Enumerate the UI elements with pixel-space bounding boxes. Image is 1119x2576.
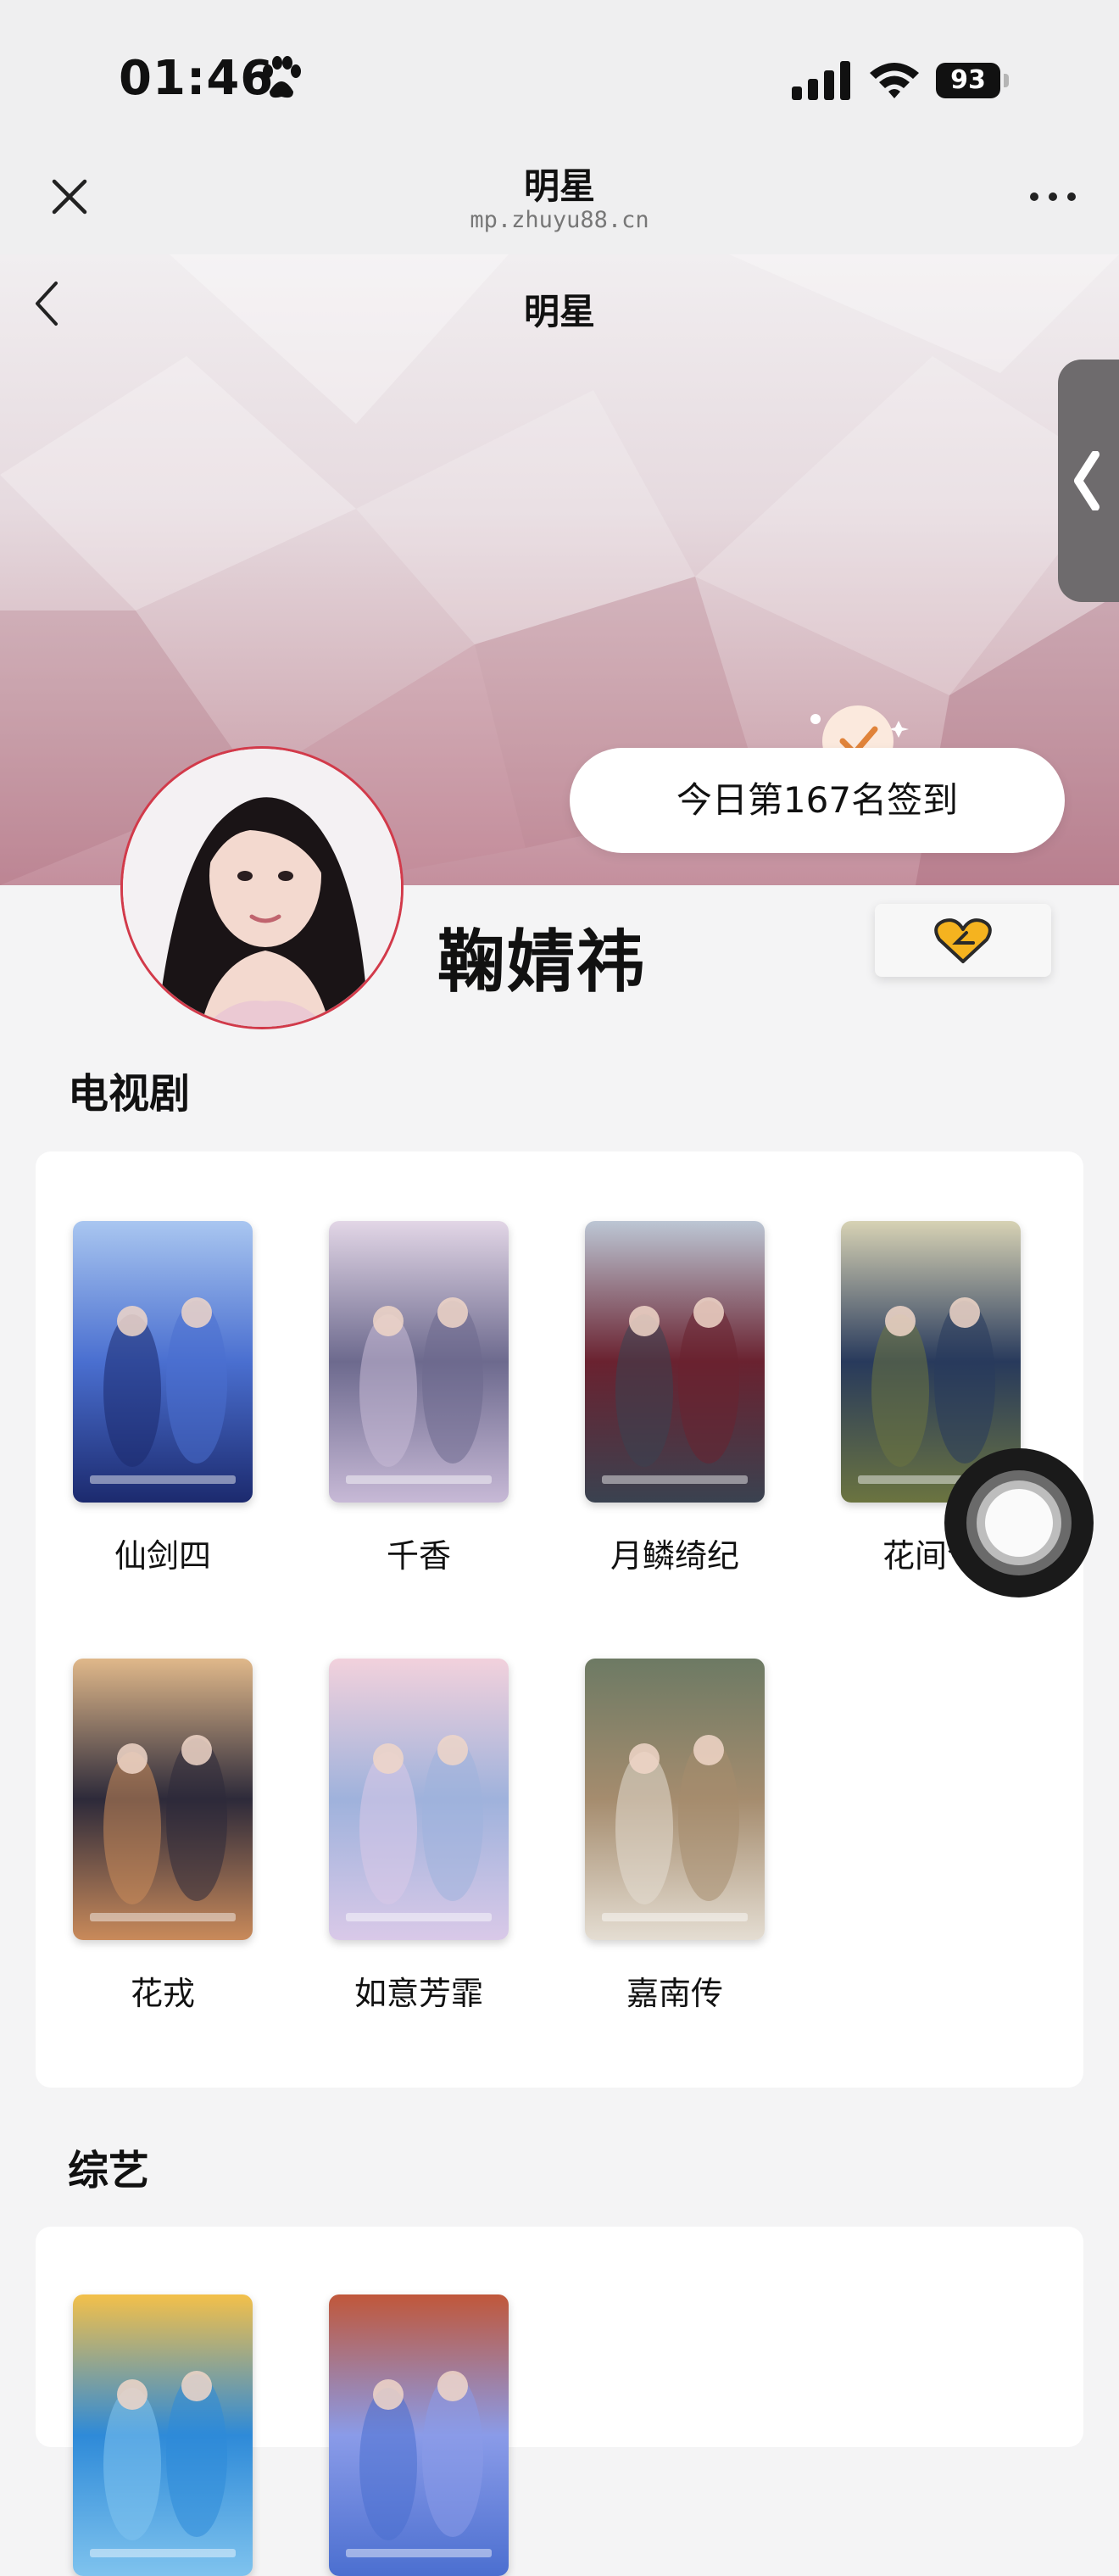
avatar — [120, 746, 404, 1029]
assistive-touch-button[interactable] — [944, 1448, 1094, 1597]
close-icon[interactable] — [42, 170, 97, 224]
avatar-portrait — [123, 749, 401, 1027]
cellular-signal-icon — [792, 61, 850, 100]
poster-title[interactable]: 千香 — [292, 1530, 546, 1576]
section-title-variety: 综艺 — [68, 2147, 150, 2194]
wifi-icon — [870, 63, 919, 98]
poster-thumbnail[interactable] — [73, 1221, 253, 1503]
poster-title[interactable]: 仙剑四 — [36, 1530, 290, 1576]
poster-title[interactable]: 花戎 — [36, 1967, 290, 2014]
battery-level: 93 — [936, 63, 1000, 98]
battery-indicator: 93 — [936, 63, 1010, 98]
heart-icon — [934, 918, 992, 963]
section-title-tv: 电视剧 — [68, 1070, 191, 1118]
paw-icon — [263, 56, 301, 98]
poster-thumbnail[interactable] — [73, 2294, 253, 2576]
nav-url: mp.zhuyu88.cn — [470, 207, 649, 233]
drawer-chevron-icon — [1074, 451, 1100, 510]
poster-title[interactable]: 嘉南传 — [548, 1967, 802, 2014]
poster-thumbnail[interactable] — [585, 1659, 765, 1940]
poster-thumbnail[interactable] — [73, 1659, 253, 1940]
side-drawer-handle[interactable] — [1058, 360, 1119, 602]
page-title: 明星 — [523, 291, 595, 332]
assistive-touch-core — [985, 1489, 1053, 1557]
poster-thumbnail[interactable] — [585, 1221, 765, 1503]
poster-thumbnail[interactable] — [329, 1221, 509, 1503]
poster-title[interactable]: 月鳞绮纪 — [548, 1530, 802, 1576]
checkin-badge[interactable]: 今日第167名签到 — [570, 748, 1065, 853]
poster-title[interactable]: 如意芳霏 — [292, 1967, 546, 2014]
chevron-left-icon[interactable] — [31, 280, 64, 327]
status-time: 01:46 — [119, 51, 275, 106]
poster-thumbnail[interactable] — [329, 1659, 509, 1940]
battery-nub — [1004, 74, 1009, 87]
poster-thumbnail[interactable] — [329, 2294, 509, 2576]
nav-title: 明星 — [523, 165, 595, 207]
more-icon[interactable] — [1027, 187, 1078, 207]
follow-button[interactable] — [875, 904, 1051, 977]
star-name: 鞠婧祎 — [437, 923, 646, 1001]
